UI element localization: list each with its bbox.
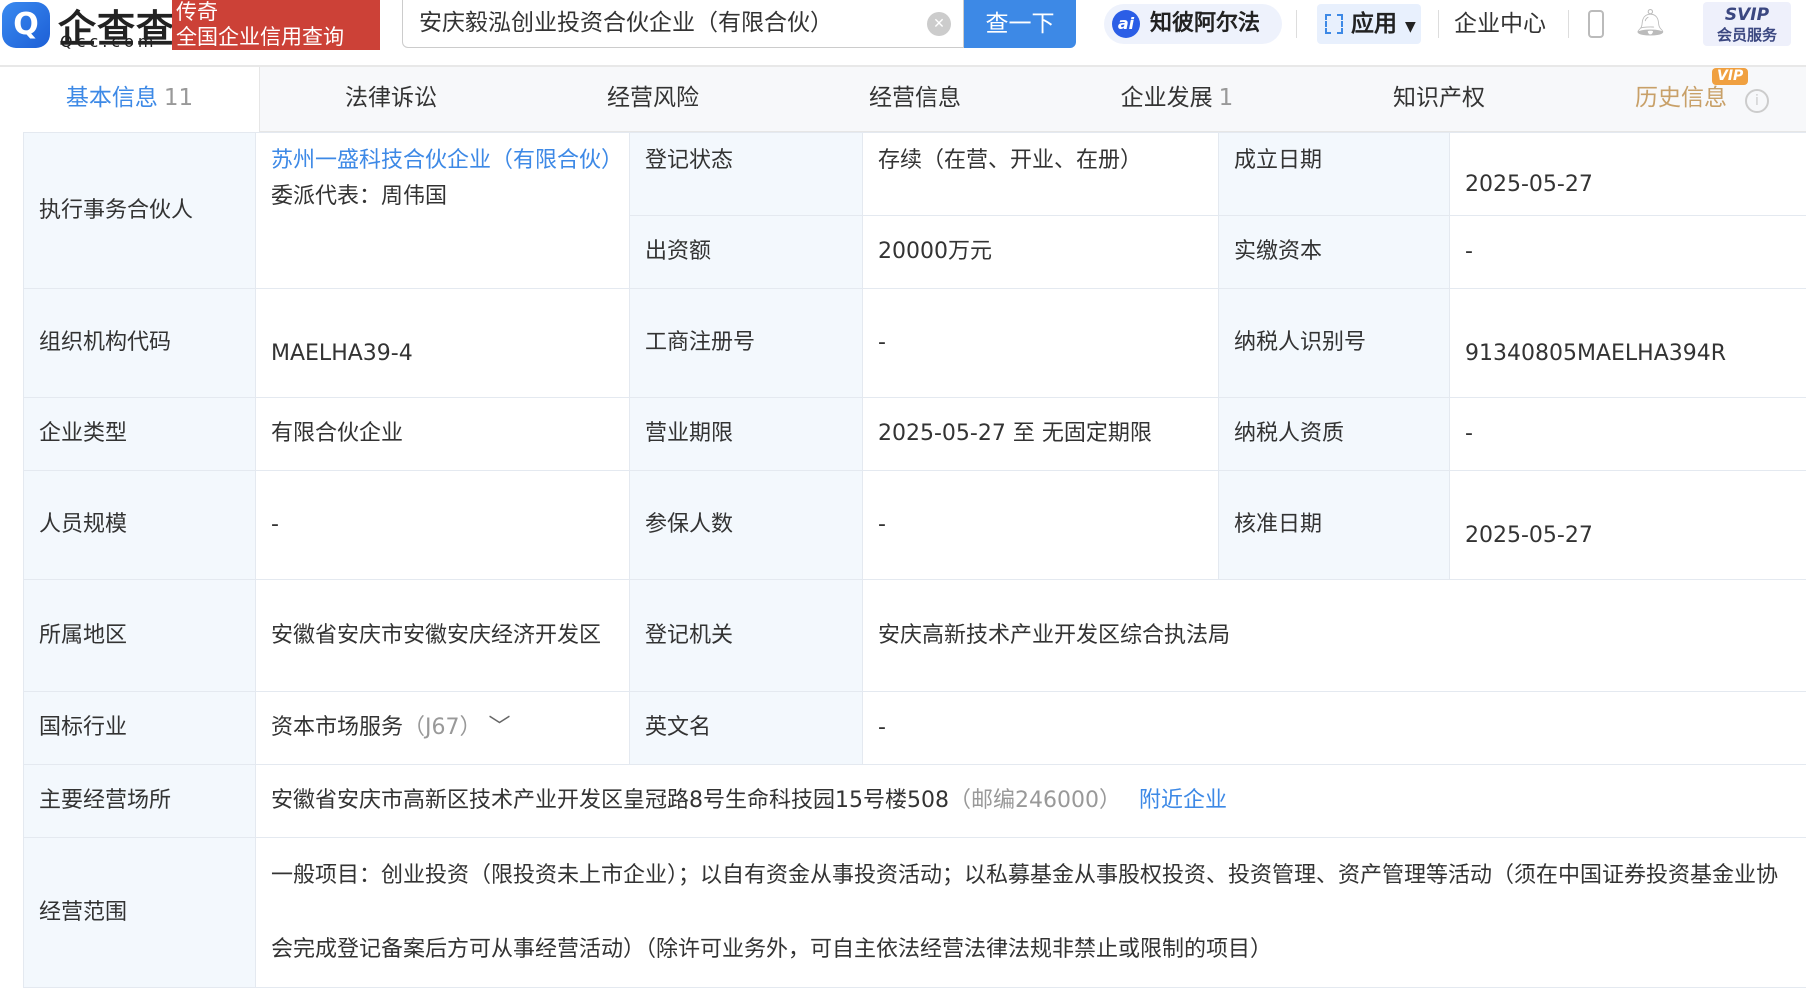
- address-cell: 安徽省安庆市高新区技术产业开发区皇冠路8号生命科技园15号楼508（邮编2460…: [256, 765, 1806, 838]
- industry-cell[interactable]: 资本市场服务（J67） ﹀: [256, 692, 630, 765]
- divider: [1438, 10, 1439, 38]
- qcc-logo-icon[interactable]: Q: [2, 2, 50, 48]
- apps-label: 应用: [1351, 11, 1397, 37]
- tab-basic-info[interactable]: 基本信息11: [0, 67, 260, 132]
- status-value: 存续（在营、开业、在册）: [863, 133, 1219, 216]
- partner-cell: 苏州一盛科技合伙企业（有限合伙）委派代表：周伟国: [256, 133, 630, 289]
- ai-assistant-button[interactable]: ai 知彼阿尔法: [1104, 4, 1282, 44]
- tab-business[interactable]: 经营信息: [784, 67, 1046, 132]
- approved-value: 2025-05-27: [1450, 471, 1806, 580]
- insured-label: 参保人数: [630, 471, 863, 580]
- authority-value: 安庆高新技术产业开发区综合执法局: [863, 580, 1806, 692]
- founded-label: 成立日期: [1219, 133, 1450, 216]
- founded-value: 2025-05-27: [1450, 133, 1806, 216]
- address-label: 主要经营场所: [24, 765, 256, 838]
- region-value: 安徽省安庆市安徽安庆经济开发区: [256, 580, 630, 692]
- svip-label: SVIP: [1703, 5, 1791, 25]
- top-header: Q 企查查 Qcc.com 传奇全国企业信用查询 安庆毅泓创业投资合伙企业（有限…: [0, 0, 1806, 67]
- promo-line2: 全国企业信用查询: [176, 25, 380, 50]
- paid-value: -: [1450, 216, 1806, 289]
- capital-value: 20000万元: [863, 216, 1219, 289]
- insured-value: -: [863, 471, 1219, 580]
- address-value: 安徽省安庆市高新区技术产业开发区皇冠路8号生命科技园15号楼508: [271, 788, 949, 813]
- tab-risk[interactable]: 经营风险: [522, 67, 784, 132]
- org-code-value: MAELHA39-4: [256, 289, 630, 398]
- enterprise-center-link[interactable]: 企业中心: [1454, 0, 1546, 48]
- type-value: 有限合伙企业: [256, 398, 630, 471]
- nearby-companies-link[interactable]: 附近企业: [1139, 788, 1227, 813]
- type-label: 企业类型: [24, 398, 256, 471]
- apps-menu[interactable]: 应用 ▼: [1317, 4, 1421, 44]
- status-label: 登记状态: [630, 133, 863, 216]
- capital-label: 出资额: [630, 216, 863, 289]
- tax-id-label: 纳税人识别号: [1219, 289, 1450, 398]
- apps-icon: [1325, 14, 1343, 34]
- reg-no-value: -: [863, 289, 1219, 398]
- partner-link[interactable]: 苏州一盛科技合伙企业（有限合伙）: [271, 143, 614, 179]
- clear-icon[interactable]: ✕: [927, 12, 951, 36]
- tab-bar: 基本信息11 法律诉讼 经营风险 经营信息 企业发展1 知识产权 历史信息: [0, 67, 1806, 132]
- divider: [1568, 10, 1569, 38]
- tab-ip[interactable]: 知识产权: [1308, 67, 1570, 132]
- ai-label: 知彼阿尔法: [1150, 11, 1260, 36]
- scope-label: 经营范围: [24, 838, 256, 988]
- search-input[interactable]: 安庆毅泓创业投资合伙企业（有限合伙） ✕: [402, 0, 964, 48]
- svip-sub: 会员服务: [1703, 25, 1791, 45]
- org-code-label: 组织机构代码: [24, 289, 256, 398]
- chevron-down-icon[interactable]: ﹀: [489, 715, 511, 740]
- partner-label: 执行事务合伙人: [24, 133, 256, 289]
- caret-down-icon: ▼: [1405, 19, 1416, 35]
- staff-label: 人员规模: [24, 471, 256, 580]
- phone-icon[interactable]: [1588, 10, 1604, 38]
- term-label: 营业期限: [630, 398, 863, 471]
- search-value: 安庆毅泓创业投资合伙企业（有限合伙）: [419, 10, 833, 36]
- basic-info-table: 执行事务合伙人 苏州一盛科技合伙企业（有限合伙）委派代表：周伟国 登记状态 存续…: [23, 132, 1806, 988]
- promo-banner[interactable]: 传奇全国企业信用查询: [172, 0, 380, 50]
- tax-qual-value: -: [1450, 398, 1806, 471]
- svip-button[interactable]: SVIP会员服务: [1703, 2, 1791, 46]
- industry-value: 资本市场服务: [271, 715, 403, 740]
- bell-icon[interactable]: 🔔︎: [1634, 8, 1667, 38]
- term-value: 2025-05-27 至 无固定期限: [863, 398, 1219, 471]
- tab-litigation[interactable]: 法律诉讼: [260, 67, 522, 132]
- industry-label: 国标行业: [24, 692, 256, 765]
- approved-label: 核准日期: [1219, 471, 1450, 580]
- search-button[interactable]: 查一下: [964, 0, 1076, 48]
- tab-development[interactable]: 企业发展1: [1046, 67, 1308, 132]
- partner-rep: 委派代表：周伟国: [271, 179, 614, 215]
- vip-badge: VIP: [1712, 68, 1748, 85]
- scope-value: 一般项目：创业投资（限投资未上市企业）；以自有资金从事投资活动；以私募基金从事股…: [256, 838, 1806, 988]
- info-icon[interactable]: i: [1745, 89, 1769, 113]
- reg-no-label: 工商注册号: [630, 289, 863, 398]
- divider: [1296, 10, 1297, 38]
- english-value: -: [863, 692, 1806, 765]
- promo-line1: 传奇: [176, 0, 380, 25]
- paid-label: 实缴资本: [1219, 216, 1450, 289]
- industry-code: （J67）: [403, 715, 481, 740]
- region-label: 所属地区: [24, 580, 256, 692]
- authority-label: 登记机关: [630, 580, 863, 692]
- ai-icon: ai: [1112, 10, 1140, 38]
- logo-domain: Qcc.com: [60, 32, 157, 51]
- postcode: （邮编246000）: [949, 788, 1121, 813]
- english-label: 英文名: [630, 692, 863, 765]
- staff-value: -: [256, 471, 630, 580]
- tax-id-value: 91340805MAELHA394R: [1450, 289, 1806, 398]
- tax-qual-label: 纳税人资质: [1219, 398, 1450, 471]
